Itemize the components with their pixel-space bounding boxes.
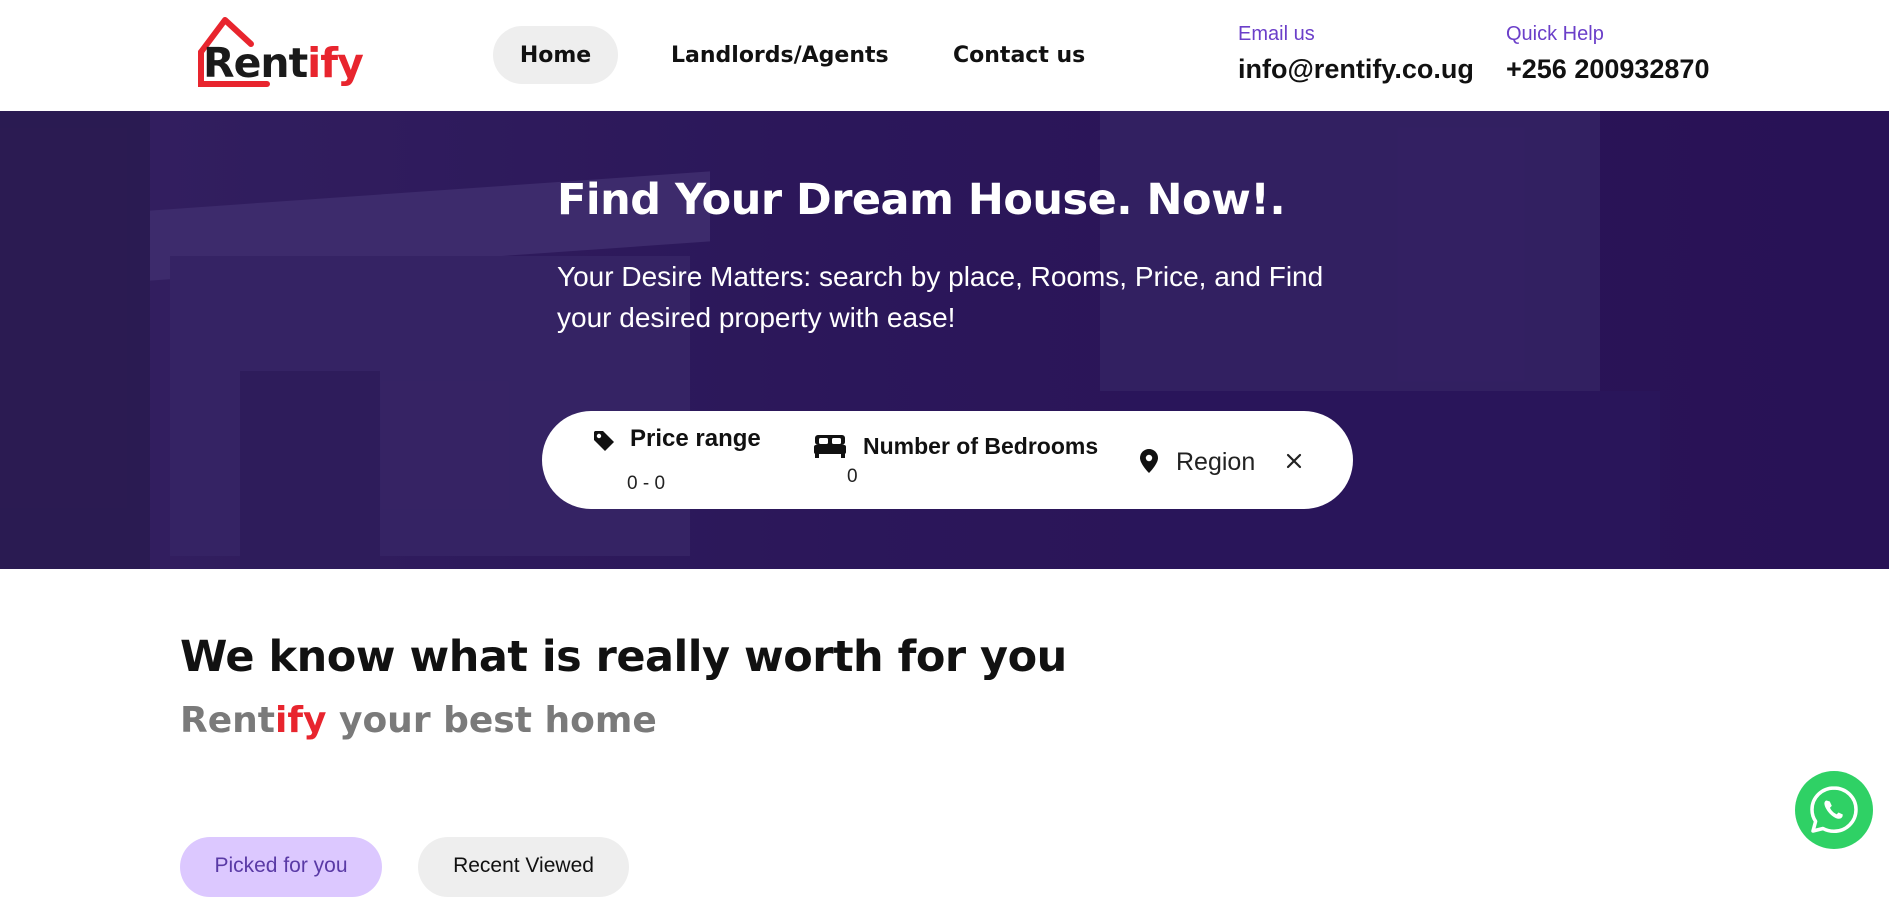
price-range-label[interactable]: Price range [630,425,761,453]
phone-link[interactable]: +256 200932870 [1506,54,1709,85]
nav-contact-us[interactable]: Contact us [953,26,1085,84]
nav-landlords-agents[interactable]: Landlords/Agents [671,26,889,84]
bedrooms-value[interactable]: 0 [847,466,858,488]
email-link[interactable]: info@rentify.co.ug [1238,54,1474,85]
whatsapp-chat-button[interactable] [1795,771,1873,849]
location-pin-icon [1140,449,1158,473]
hero-banner: Find Your Dream House. Now!. Your Desire… [0,111,1889,569]
nav-home[interactable]: Home [493,26,618,84]
section-title: We know what is really worth for you [180,632,1067,682]
quick-help-label: Quick Help [1506,23,1604,45]
rentify-logo[interactable]: Rentify [195,14,364,90]
site-header: Rentify Home Landlords/Agents Contact us… [0,0,1889,111]
whatsapp-icon [1810,786,1858,834]
hero-subtitle: Your Desire Matters: search by place, Ro… [557,261,1324,333]
price-range-value[interactable]: 0 - 0 [627,473,665,495]
section-tagline: Rentify your best home [180,700,657,741]
logo-wordmark: Rentify [203,39,364,87]
bed-icon [814,435,846,458]
property-search-bar: Price range 0 - 0 Number of Bedrooms 0 R… [542,411,1353,509]
tab-picked-for-you[interactable]: Picked for you [180,837,382,897]
close-icon[interactable] [1280,447,1308,475]
tab-recent-viewed[interactable]: Recent Viewed [418,837,629,897]
hero-title: Find Your Dream House. Now!. [557,175,1286,225]
email-label: Email us [1238,23,1315,45]
region-selector[interactable]: Region [1176,448,1255,477]
tag-icon [594,431,614,451]
bedrooms-label[interactable]: Number of Bedrooms [863,433,1098,460]
